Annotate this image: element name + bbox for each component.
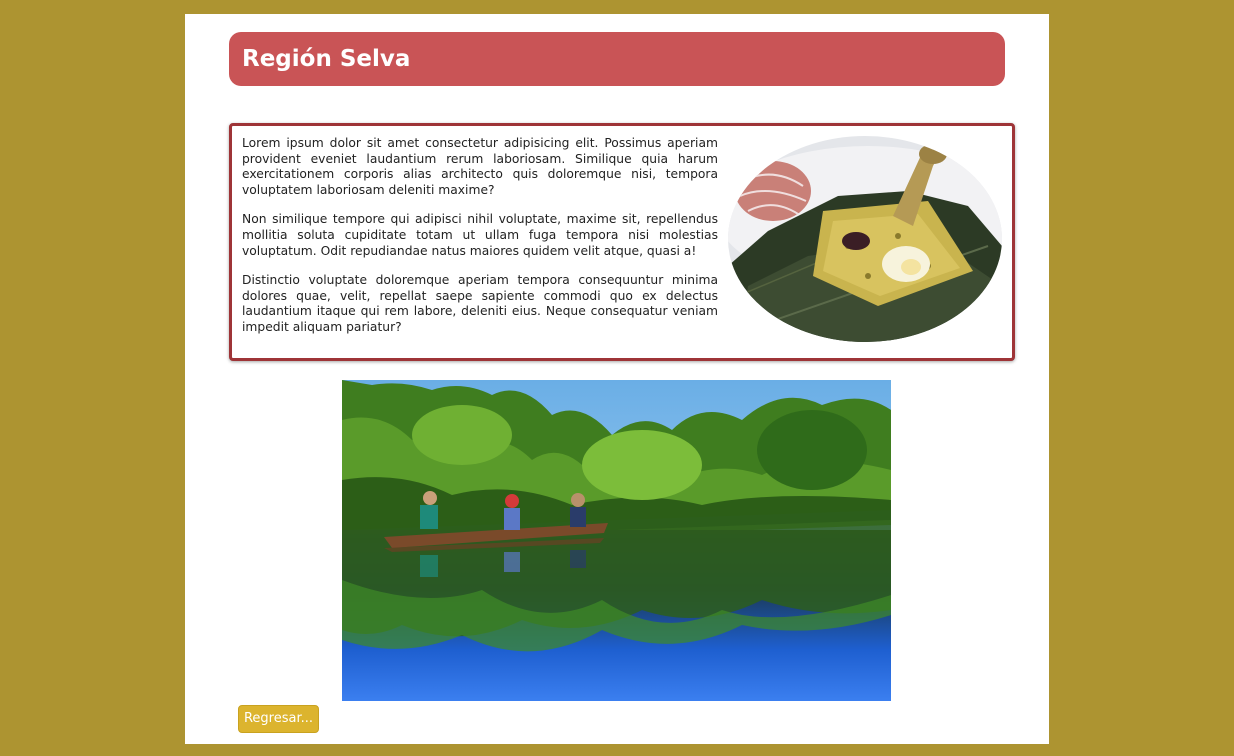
page-title: Región Selva xyxy=(229,32,1005,86)
content-box: Lorem ipsum dolor sit amet consectetur a… xyxy=(229,123,1015,361)
page-container: Región Selva Lorem ipsum dolor sit amet … xyxy=(185,14,1049,744)
back-button[interactable]: Regresar... xyxy=(238,705,319,733)
river-photo-drawing xyxy=(342,380,891,701)
paragraph-1: Lorem ipsum dolor sit amet consectetur a… xyxy=(242,136,718,197)
paragraph-3: Distinctio voluptate doloremque aperiam … xyxy=(242,273,718,334)
river-photo xyxy=(342,380,891,701)
paragraph-2: Non similique tempore qui adipisci nihil… xyxy=(242,212,718,258)
text-column: Lorem ipsum dolor sit amet consectetur a… xyxy=(242,136,718,350)
food-image-drawing xyxy=(728,136,1002,342)
food-image xyxy=(728,136,1002,342)
